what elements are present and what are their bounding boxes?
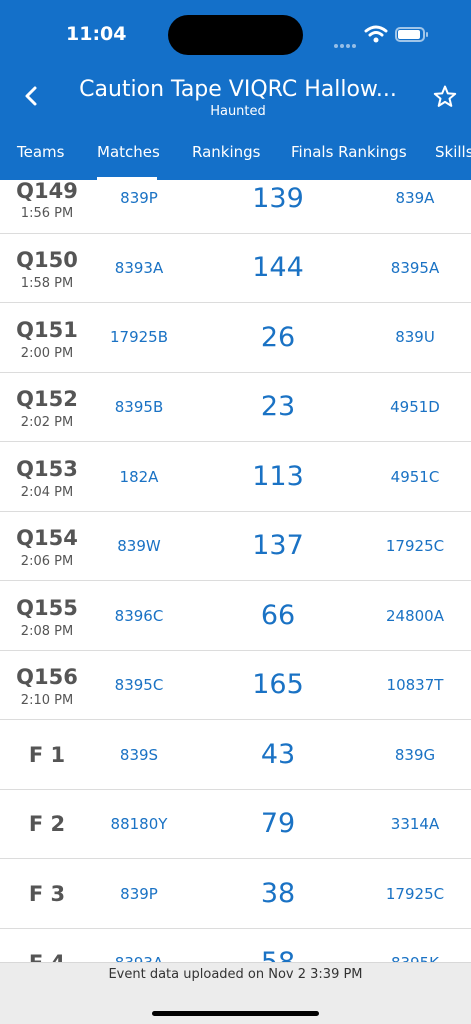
match-time: 2:00 PM: [20, 346, 74, 361]
red-team-link[interactable]: 839S: [94, 746, 184, 764]
red-team-link[interactable]: 182A: [94, 468, 184, 486]
tab-matches[interactable]: Matches: [97, 143, 160, 161]
blue-team-link[interactable]: 839G: [372, 746, 458, 764]
match-row[interactable]: Q156 2:10 PM 8395C 165 10837T: [0, 651, 471, 720]
match-time: 2:04 PM: [20, 485, 74, 500]
blue-team-link[interactable]: 839U: [372, 328, 458, 346]
match-row[interactable]: F 4 8393A 58 8395K: [0, 929, 471, 962]
match-name: Q156: [16, 665, 78, 689]
match-time: 2:02 PM: [20, 415, 74, 430]
match-score: 139: [252, 183, 304, 214]
home-indicator[interactable]: [152, 1011, 319, 1016]
red-team-link[interactable]: 8395B: [94, 398, 184, 416]
red-team-link[interactable]: 8393A: [94, 259, 184, 277]
tab-bar: Teams Matches Rankings Finals Rankings S…: [0, 133, 471, 180]
match-name: Q154: [16, 526, 78, 550]
match-time: 2:06 PM: [20, 554, 74, 569]
match-list[interactable]: Q149 1:56 PM 839P 139 839A Q150 1:58 PM …: [0, 180, 471, 962]
status-time: 11:04: [66, 23, 127, 45]
blue-team-link[interactable]: 17925C: [372, 537, 458, 555]
red-team-link[interactable]: 8395C: [94, 676, 184, 694]
blue-team-link[interactable]: 24800A: [372, 607, 458, 625]
match-score: 66: [260, 600, 296, 631]
blue-team-link[interactable]: 17925C: [372, 885, 458, 903]
match-row[interactable]: Q151 2:00 PM 17925B 26 839U: [0, 304, 471, 373]
upload-footer: Event data uploaded on Nov 2 3:39 PM: [0, 962, 471, 1024]
blue-team-link[interactable]: 8395A: [372, 259, 458, 277]
blue-team-link[interactable]: 4951C: [372, 468, 458, 486]
star-outline-icon[interactable]: [432, 84, 458, 110]
blue-team-link[interactable]: 4951D: [372, 398, 458, 416]
red-team-link[interactable]: 8393A: [94, 954, 184, 962]
match-time: 1:58 PM: [20, 276, 74, 291]
match-name: Q155: [16, 596, 78, 620]
match-row[interactable]: Q149 1:56 PM 839P 139 839A: [0, 180, 471, 234]
match-time: 1:56 PM: [20, 206, 74, 221]
dynamic-island: [168, 15, 303, 55]
match-score: 38: [260, 878, 296, 909]
match-name: F 2: [28, 812, 66, 836]
battery-icon: [395, 27, 428, 42]
match-row[interactable]: Q155 2:08 PM 8396C 66 24800A: [0, 582, 471, 651]
match-time: 2:10 PM: [20, 693, 74, 708]
red-team-link[interactable]: 839W: [94, 537, 184, 555]
match-name: F 1: [28, 743, 66, 767]
match-score: 58: [228, 947, 328, 962]
match-name: Q151: [16, 318, 78, 342]
app-header: 11:04 Caution Tape VIQRC Hallow... Haunt…: [0, 0, 471, 180]
match-score: 113: [252, 461, 304, 492]
wifi-icon: [364, 25, 388, 43]
tab-rankings[interactable]: Rankings: [192, 143, 261, 161]
match-score: 26: [260, 322, 296, 353]
match-name: Q153: [16, 457, 78, 481]
chevron-left-icon[interactable]: [18, 82, 46, 110]
blue-team-link[interactable]: 839A: [372, 189, 458, 207]
match-name: Q152: [16, 387, 78, 411]
signal-icon: [334, 33, 358, 52]
blue-team-link[interactable]: 10837T: [372, 676, 458, 694]
status-bar: 11:04: [0, 0, 471, 70]
match-score: 165: [252, 669, 304, 700]
match-row[interactable]: F 1 839S 43 839G: [0, 721, 471, 790]
match-score: 137: [252, 530, 304, 561]
match-row[interactable]: F 3 839P 38 17925C: [0, 860, 471, 929]
match-row[interactable]: Q150 1:58 PM 8393A 144 8395A: [0, 234, 471, 303]
upload-status-text: Event data uploaded on Nov 2 3:39 PM: [108, 967, 363, 982]
tab-finals-rankings[interactable]: Finals Rankings: [291, 143, 407, 161]
match-score: 144: [252, 252, 304, 283]
match-time: 2:08 PM: [20, 624, 74, 639]
match-row[interactable]: F 2 88180Y 79 3314A: [0, 790, 471, 859]
red-team-link[interactable]: 839P: [94, 189, 184, 207]
red-team-link[interactable]: 17925B: [94, 328, 184, 346]
event-title: Caution Tape VIQRC Hallow...: [79, 77, 397, 102]
match-score: 79: [260, 808, 296, 839]
tab-skills[interactable]: Skills: [435, 143, 471, 161]
match-name: Q149: [16, 180, 78, 203]
blue-team-link[interactable]: 3314A: [372, 815, 458, 833]
match-row[interactable]: Q152 2:02 PM 8395B 23 4951D: [0, 373, 471, 442]
match-row[interactable]: Q154 2:06 PM 839W 137 17925C: [0, 512, 471, 581]
tab-teams[interactable]: Teams: [17, 143, 64, 161]
match-name: Q150: [16, 248, 78, 272]
red-team-link[interactable]: 88180Y: [94, 815, 184, 833]
event-subtitle: Haunted: [210, 104, 266, 119]
match-name: F 3: [28, 882, 66, 906]
match-score: 43: [260, 739, 296, 770]
match-name: F 4: [0, 951, 94, 962]
match-score: 23: [260, 391, 296, 422]
red-team-link[interactable]: 8396C: [94, 607, 184, 625]
blue-team-link[interactable]: 8395K: [372, 954, 458, 962]
red-team-link[interactable]: 839P: [94, 885, 184, 903]
match-row[interactable]: Q153 2:04 PM 182A 113 4951C: [0, 443, 471, 512]
